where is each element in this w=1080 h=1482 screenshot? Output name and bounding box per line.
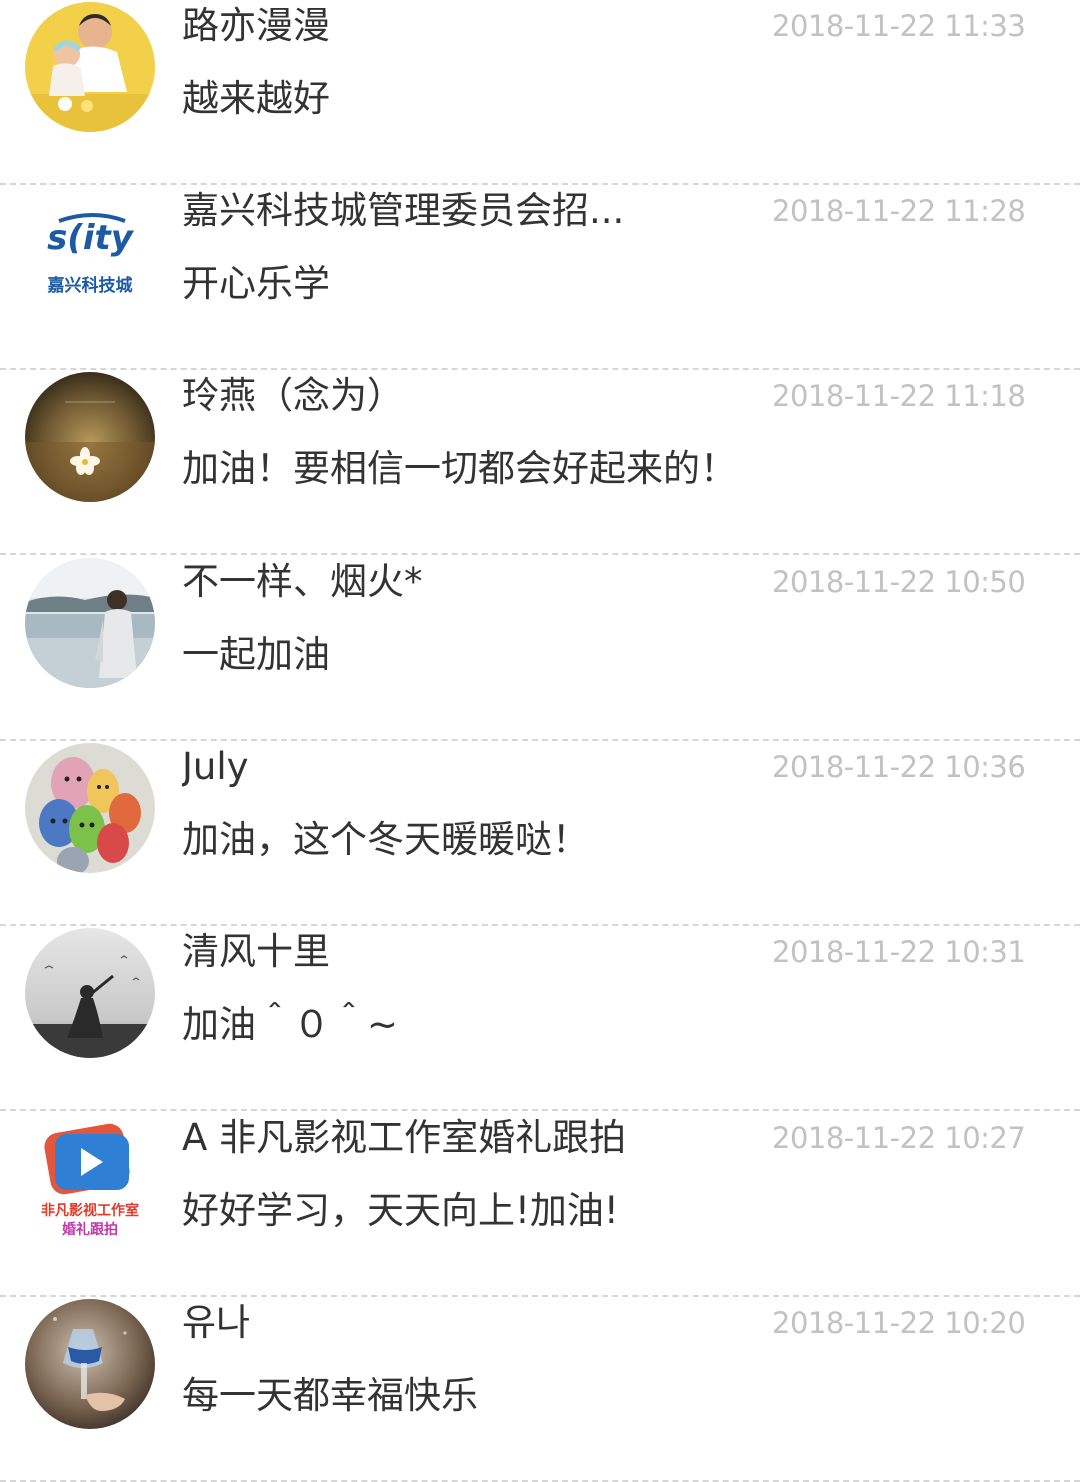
comment-timestamp: 2018-11-22 10:50 (772, 565, 1026, 599)
flower-on-table-photo-icon[interactable] (25, 372, 155, 502)
comment-text: 好好学习，天天向上!加油! (182, 1189, 619, 1232)
comment-timestamp: 2018-11-22 10:31 (772, 935, 1026, 969)
video-play-logo-icon[interactable]: 非凡影视工作室 婚礼跟拍 (25, 1114, 155, 1244)
comment-text: 加油＾０＾~ (182, 1003, 399, 1046)
painted-pebbles-photo-icon[interactable] (25, 743, 155, 873)
comment-item: 유나 2018-11-22 10:20 每一天都幸福快乐 (0, 1297, 1080, 1482)
commenter-name[interactable]: 유나 (182, 1299, 250, 1347)
commenter-name[interactable]: 清风十里 (182, 928, 330, 976)
man-by-lake-photo-icon[interactable] (25, 558, 155, 688)
commenter-name[interactable]: July (182, 743, 249, 791)
commenter-name[interactable]: 不一样、烟火* (182, 558, 423, 606)
comment-text: 每一天都幸福快乐 (182, 1374, 478, 1417)
comment-text: 越来越好 (182, 77, 330, 120)
comment-timestamp: 2018-11-22 11:33 (772, 9, 1026, 43)
comment-timestamp: 2018-11-22 10:20 (772, 1306, 1026, 1340)
cocktail-glass-photo-icon[interactable] (25, 1299, 155, 1429)
comment-item: 非凡影视工作室 婚礼跟拍 A 非凡影视工作室婚礼跟拍 2018-11-22 10… (0, 1112, 1080, 1297)
figure-in-mist-photo-icon[interactable] (25, 928, 155, 1058)
comment-text: 开心乐学 (182, 262, 330, 305)
logo-text-line2: 婚礼跟拍 (62, 1221, 118, 1238)
comment-item: 路亦漫漫 2018-11-22 11:33 越来越好 (0, 0, 1080, 185)
comment-item: 玲燕（念为） 2018-11-22 11:18 加油！要相信一切都会好起来的！ (0, 370, 1080, 555)
logo-text-line1: 非凡影视工作室 (41, 1202, 139, 1219)
comment-text: 加油，这个冬天暖暖哒！ (182, 818, 589, 861)
commenter-name[interactable]: 路亦漫漫 (182, 2, 330, 50)
comment-timestamp: 2018-11-22 11:28 (772, 194, 1026, 228)
comment-item: July 2018-11-22 10:36 加油，这个冬天暖暖哒！ (0, 741, 1080, 926)
comment-text: 加油！要相信一切都会好起来的！ (182, 447, 737, 490)
commenter-name[interactable]: 嘉兴科技城管理委员会招... (182, 187, 624, 235)
comment-timestamp: 2018-11-22 10:27 (772, 1121, 1026, 1155)
scity-logo-subtitle: 嘉兴科技城 (47, 275, 133, 296)
comment-list: 路亦漫漫 2018-11-22 11:33 越来越好 s(ity 嘉兴科技城 嘉… (0, 0, 1080, 1482)
scity-logo-icon[interactable]: s(ity 嘉兴科技城 (25, 187, 155, 317)
parent-with-baby-photo-icon[interactable] (25, 2, 155, 132)
comment-item: s(ity 嘉兴科技城 嘉兴科技城管理委员会招... 2018-11-22 11… (0, 185, 1080, 370)
comment-timestamp: 2018-11-22 11:18 (772, 379, 1026, 413)
comment-text: 一起加油 (182, 633, 330, 676)
comment-timestamp: 2018-11-22 10:36 (772, 750, 1026, 784)
comment-item: 清风十里 2018-11-22 10:31 加油＾０＾~ (0, 926, 1080, 1111)
scity-logo-text: s(ity (47, 218, 135, 258)
comment-item: 不一样、烟火* 2018-11-22 10:50 一起加油 (0, 556, 1080, 741)
commenter-name[interactable]: 玲燕（念为） (182, 372, 404, 420)
commenter-name[interactable]: A 非凡影视工作室婚礼跟拍 (182, 1114, 626, 1162)
